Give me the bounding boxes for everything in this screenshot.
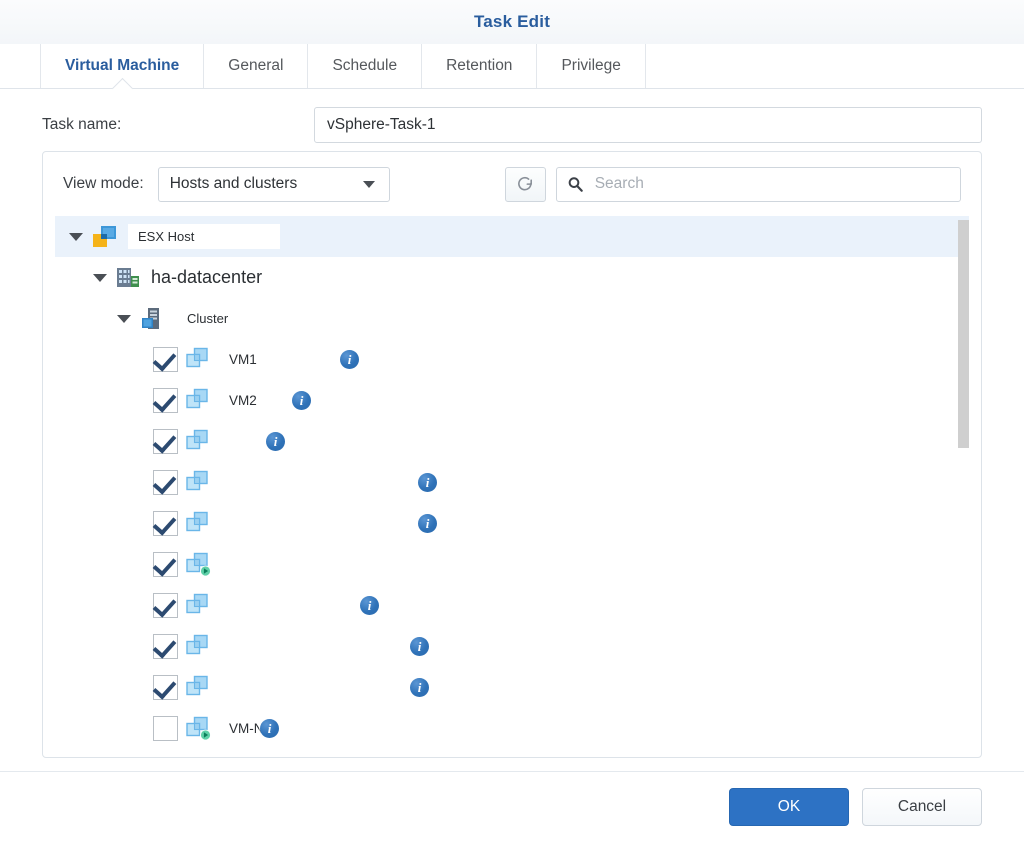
task-name-row: Task name: [42, 89, 982, 151]
vertical-scrollbar[interactable] [958, 218, 969, 747]
tab-label: Schedule [332, 57, 398, 74]
scrollbar-thumb[interactable] [958, 220, 969, 448]
tab-label: Virtual Machine [65, 57, 180, 74]
vm-icon [186, 470, 208, 491]
refresh-button[interactable] [504, 166, 546, 202]
vm-icon [186, 429, 208, 450]
expand-toggle-esx-host[interactable] [69, 232, 83, 241]
tree-row-vm[interactable]: i [55, 667, 969, 708]
expand-toggle-datacenter[interactable] [93, 273, 107, 282]
cluster-icon [142, 307, 159, 329]
tree-row-vm[interactable]: i [55, 626, 969, 667]
search-input[interactable] [592, 174, 950, 194]
cluster-label: Cluster [187, 311, 229, 326]
vm-checkbox[interactable] [153, 715, 178, 741]
vm-checkbox[interactable] [153, 511, 178, 536]
vm-checkbox[interactable] [153, 634, 178, 659]
dialog-title-bar: Task Edit [0, 0, 1024, 44]
vm-info-icon[interactable]: i [340, 350, 359, 369]
search-box[interactable] [555, 166, 961, 202]
tab-privilege[interactable]: Privilege [537, 44, 646, 88]
vm-checkbox[interactable] [153, 552, 178, 577]
dialog-body: Task name: View mode: Hosts and clusters [0, 89, 1024, 758]
vm-checkbox[interactable] [153, 470, 178, 495]
vm-icon [186, 388, 208, 409]
vm-checkbox[interactable] [153, 675, 178, 700]
view-mode-select[interactable]: Hosts and clusters [157, 166, 390, 202]
tab-label: Retention [446, 57, 513, 74]
ok-button[interactable]: OK [729, 787, 849, 826]
tree-row-vm[interactable]: i [55, 585, 969, 626]
vm-running-icon [186, 552, 211, 577]
chevron-down-icon [362, 180, 375, 188]
toolbar-right-group [504, 166, 961, 202]
tab-label: General [228, 57, 284, 74]
tree-row-vm[interactable]: i [55, 462, 969, 503]
vm-info-icon[interactable]: i [410, 678, 429, 697]
vm-icon [186, 634, 208, 655]
view-mode-label: View mode: [63, 175, 144, 192]
vm-tree-scroll-area: ESX Host ha-datacenter Cluster VM1 i VM2 i… [55, 216, 969, 747]
expand-toggle-cluster[interactable] [117, 314, 131, 323]
tree-row-vm[interactable]: VM1 i [55, 339, 969, 380]
tree-row-vm[interactable]: i [55, 421, 969, 462]
vm-tree: ESX Host ha-datacenter Cluster VM1 i VM2 i… [55, 216, 969, 747]
refresh-icon [517, 176, 532, 190]
vm-checkbox[interactable] [153, 347, 178, 372]
dialog-footer: OK Cancel [0, 771, 1024, 841]
vm-icon [186, 593, 208, 614]
vm-info-icon[interactable]: i [410, 637, 429, 656]
tree-row-vm[interactable]: VM2 i [55, 380, 969, 421]
vm-checkbox[interactable] [153, 429, 178, 454]
panel-toolbar: View mode: Hosts and clusters [43, 152, 981, 216]
vm-checkbox[interactable] [153, 593, 178, 618]
view-mode-value: Hosts and clusters [169, 175, 298, 192]
tree-row-cluster[interactable]: Cluster [55, 298, 969, 339]
tree-row-datacenter[interactable]: ha-datacenter [55, 257, 969, 298]
cancel-button[interactable]: Cancel [862, 787, 982, 826]
tab-schedule[interactable]: Schedule [308, 44, 423, 88]
tree-row-vm[interactable]: i [55, 503, 969, 544]
search-icon [568, 176, 583, 192]
vm-info-icon[interactable]: i [266, 432, 285, 451]
vm-label: VM-N [229, 720, 264, 736]
vm-running-icon [186, 716, 211, 740]
tree-row-vm[interactable]: VM-N i [55, 708, 969, 747]
tab-bar: Virtual Machine General Schedule Retention P… [0, 44, 1024, 89]
vm-info-icon[interactable]: i [418, 514, 437, 533]
vm-info-icon[interactable]: i [360, 596, 379, 615]
datacenter-icon [117, 267, 139, 287]
tab-virtual-machine[interactable]: Virtual Machine [40, 44, 205, 88]
vm-icon [186, 511, 208, 532]
vm-checkbox[interactable] [153, 388, 178, 413]
dialog-title: Task Edit [473, 12, 551, 31]
vm-selection-panel: View mode: Hosts and clusters Search ESX… [42, 151, 982, 758]
tab-retention[interactable]: Retention [422, 44, 538, 88]
vm-label: VM1 [229, 352, 257, 367]
esx-host-name-editbox[interactable]: ESX Host [128, 224, 280, 249]
tree-row-vm[interactable] [55, 544, 969, 585]
vm-info-icon[interactable]: i [418, 473, 437, 492]
tab-label: Privilege [561, 57, 621, 74]
datacenter-label: ha-datacenter [151, 267, 263, 287]
vm-icon [186, 675, 208, 696]
vm-info-icon[interactable]: i [260, 719, 279, 738]
tab-general[interactable]: General [204, 44, 309, 88]
esx-host-icon [93, 225, 116, 247]
tree-row-esx-host[interactable]: ESX Host [55, 216, 969, 257]
vm-label: VM2 [229, 393, 257, 408]
vm-icon [186, 347, 208, 368]
vm-info-icon[interactable]: i [292, 391, 311, 410]
task-name-input[interactable] [314, 107, 982, 143]
task-name-label: Task name: [42, 116, 122, 133]
